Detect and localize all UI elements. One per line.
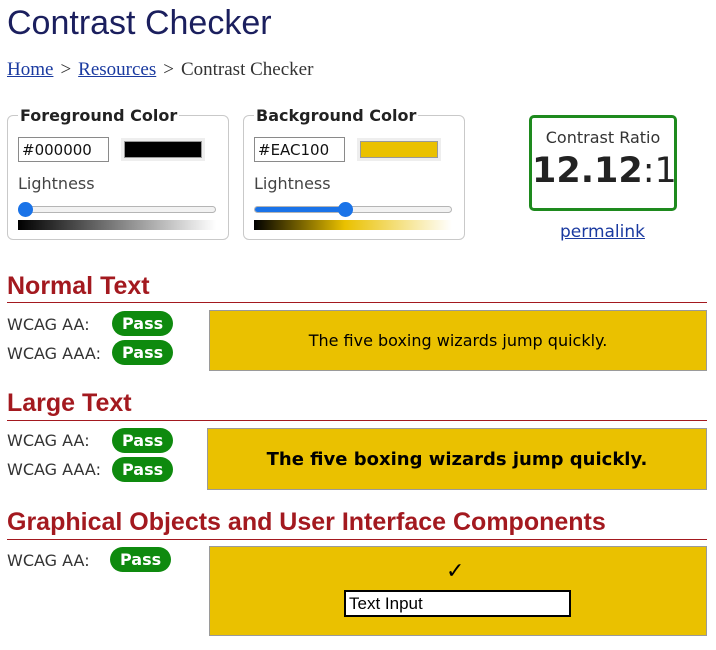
contrast-ratio-number: 12.12 [532, 151, 643, 191]
normal-aaa-status-badge: Pass [112, 340, 174, 365]
breadcrumb-home-link[interactable]: Home [7, 59, 53, 80]
normal-text-sample: The five boxing wizards jump quickly. [209, 310, 707, 371]
background-color-picker[interactable] [357, 138, 441, 161]
page-title: Contrast Checker [7, 4, 272, 42]
background-lightness-label: Lightness [254, 174, 331, 193]
foreground-hex-input[interactable] [18, 137, 109, 162]
foreground-lightness-slider-thumb[interactable] [18, 202, 33, 217]
breadcrumb-current: Contrast Checker [180, 59, 314, 80]
large-text-divider [7, 420, 707, 421]
contrast-ratio-suffix: :1 [642, 151, 677, 191]
breadcrumb-separator: > [163, 59, 174, 80]
graphical-objects-sample: ✓ [209, 546, 707, 636]
graphical-aa-label: WCAG AA: [7, 551, 90, 570]
foreground-lightness-track[interactable] [18, 206, 216, 213]
background-lightness-gradient [254, 220, 452, 230]
normal-text-heading: Normal Text [7, 272, 150, 300]
normal-aaa-label: WCAG AAA: [7, 344, 101, 363]
foreground-lightness-label: Lightness [18, 174, 95, 193]
large-aa-label: WCAG AA: [7, 431, 90, 450]
background-color-panel: Background Color Lightness [243, 106, 465, 240]
large-text-heading: Large Text [7, 389, 132, 417]
breadcrumb-separator: > [60, 59, 72, 80]
graphical-objects-heading: Graphical Objects and User Interface Com… [7, 508, 606, 536]
checkmark-icon: ✓ [446, 559, 465, 584]
background-lightness-slider-thumb[interactable] [338, 202, 354, 217]
normal-text-sample-text: The five boxing wizards jump quickly. [308, 331, 608, 350]
background-hex-input[interactable] [254, 137, 345, 162]
permalink-link[interactable]: permalink [560, 222, 645, 242]
breadcrumb-resources-link[interactable]: Resources [78, 59, 156, 80]
large-aaa-label: WCAG AAA: [7, 460, 101, 479]
large-text-sample-text: The five boxing wizards jump quickly. [266, 448, 648, 470]
large-aa-status-badge: Pass [112, 428, 174, 453]
normal-aa-label: WCAG AA: [7, 315, 90, 334]
normal-text-divider [7, 302, 707, 303]
breadcrumb: Home > Resources > Contrast Checker [7, 59, 313, 81]
sample-text-input[interactable] [344, 590, 571, 617]
large-aaa-status-badge: Pass [112, 457, 174, 482]
graphical-objects-divider [7, 539, 707, 540]
large-text-sample: The five boxing wizards jump quickly. [207, 428, 707, 490]
normal-aa-status-badge: Pass [112, 311, 174, 336]
contrast-ratio-value: 12.12:1 [532, 151, 677, 191]
foreground-lightness-gradient [18, 220, 216, 230]
contrast-ratio-label: Contrast Ratio [545, 128, 661, 147]
foreground-color-panel: Foreground Color Lightness [7, 106, 229, 240]
background-color-title: Background Color [254, 106, 419, 125]
foreground-color-title: Foreground Color [18, 106, 180, 125]
contrast-ratio-box: Contrast Ratio 12.12:1 [529, 115, 677, 211]
graphical-aa-status-badge: Pass [110, 547, 172, 572]
foreground-color-picker[interactable] [121, 138, 205, 161]
background-lightness-fill [255, 207, 347, 212]
